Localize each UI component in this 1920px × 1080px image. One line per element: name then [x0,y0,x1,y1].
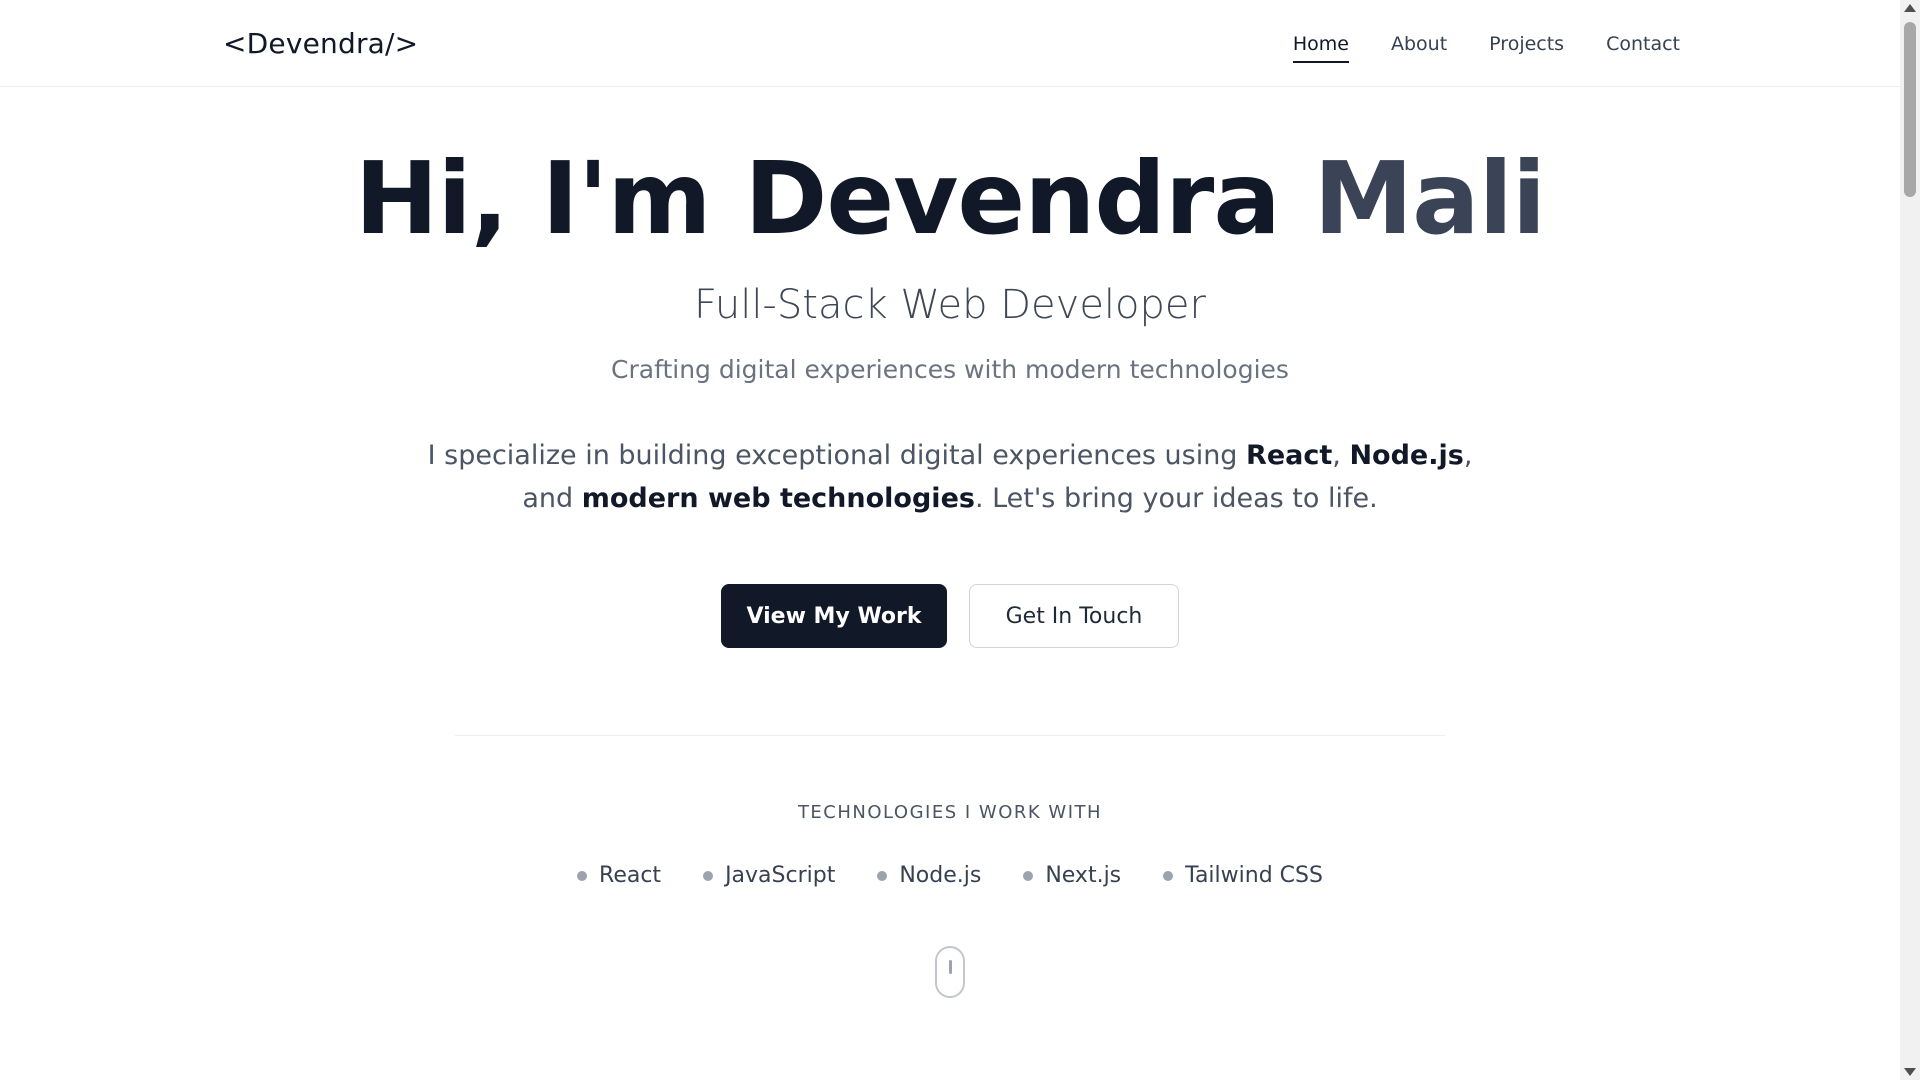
bio-text-2: and [522,483,582,514]
get-in-touch-button[interactable]: Get In Touch [969,584,1179,648]
page-scrollbar[interactable] [1900,0,1920,1080]
main-nav: Home About Projects Contact [1292,33,1680,63]
scroll-down-arrow-icon[interactable] [1904,1068,1916,1076]
scrollbar-thumb[interactable] [1904,22,1916,197]
nav-link-home[interactable]: Home [1292,33,1349,63]
hero-tagline: Crafting digital experiences with modern… [611,355,1289,384]
tech-label: Tailwind CSS [1185,863,1323,888]
view-my-work-button[interactable]: View My Work [721,584,947,648]
mouse-icon[interactable] [935,946,965,998]
tech-label: Node.js [899,863,982,888]
scroll-up-arrow-icon[interactable] [1904,4,1916,12]
bio-text-3: . Let's bring your ideas to life. [974,483,1378,514]
tech-item-tailwind: Tailwind CSS [1163,863,1323,888]
nav-link-projects[interactable]: Projects [1489,33,1564,63]
bio-highlight-node: Node.js [1349,440,1464,471]
technologies-list: React JavaScript Node.js Next.js Tailwin… [0,863,1900,888]
hero-title: Hi, I'm Devendra Mali [0,140,1900,257]
dot-icon [1023,870,1034,881]
hero-last-name: Mali [1313,140,1547,257]
bio-highlight-react: React [1246,440,1333,471]
navbar: <Devendra/> Home About Projects Contact [0,0,1900,87]
bio-highlight-modern: modern web technologies [581,483,975,514]
dot-icon [1163,870,1174,881]
section-divider [455,735,1445,736]
bio-separator-1: , [1332,440,1350,471]
technologies-heading: TECHNOLOGIES I WORK WITH [797,802,1103,823]
dot-icon [703,870,714,881]
hero-greeting: Hi, I'm Devendra [354,140,1281,257]
tech-label: React [599,863,662,888]
dot-icon [577,870,588,881]
bio-separator-2: , [1463,440,1473,471]
bio-text-1: I specialize in building exceptional dig… [427,440,1247,471]
tech-label: Next.js [1045,863,1122,888]
tech-label: JavaScript [725,863,836,888]
hero-subtitle: Full-Stack Web Developer [694,282,1206,328]
nav-link-contact[interactable]: Contact [1606,33,1680,63]
site-logo[interactable]: <Devendra/> [223,27,418,60]
mouse-wheel [949,960,952,974]
tech-item-react: React [577,863,661,888]
tech-item-javascript: JavaScript [703,863,835,888]
nav-link-about[interactable]: About [1391,33,1447,63]
dot-icon [877,870,888,881]
tech-item-nodejs: Node.js [877,863,981,888]
hero-actions: View My Work Get In Touch [0,584,1900,648]
hero-bio: I specialize in building exceptional dig… [0,434,1900,520]
tech-item-nextjs: Next.js [1023,863,1121,888]
